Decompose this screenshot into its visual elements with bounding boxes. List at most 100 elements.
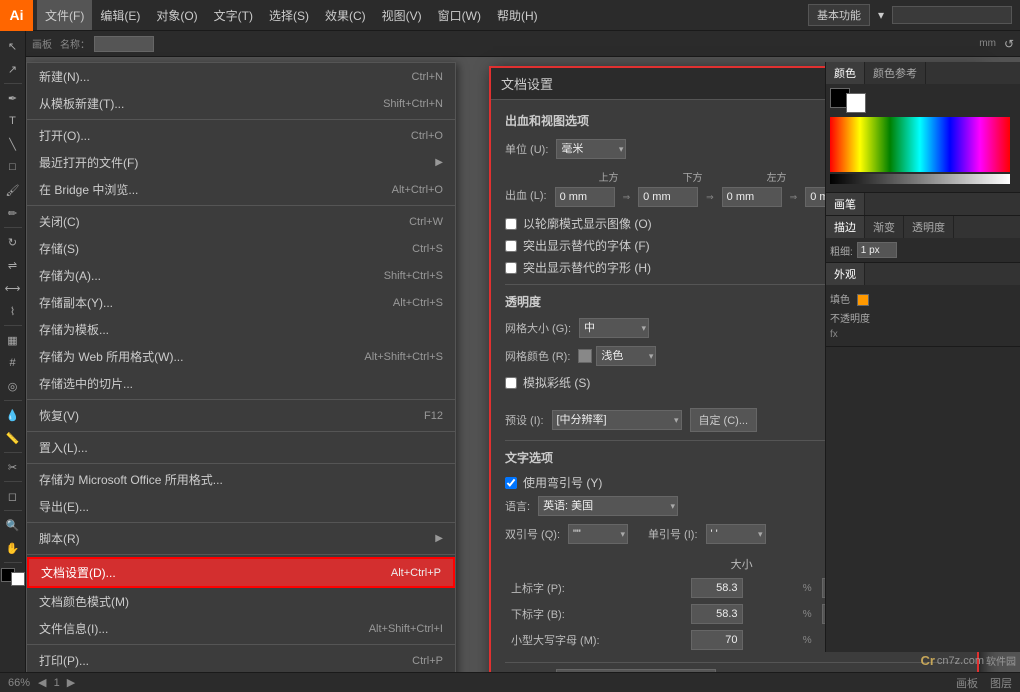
menu-item-recent[interactable]: 最近打开的文件(F) ▶	[27, 149, 455, 176]
menu-item-export[interactable]: 导出(E)...	[27, 493, 455, 520]
subscript-size-input[interactable]	[691, 604, 743, 624]
paint-brush-icon[interactable]: 🖌	[2, 179, 24, 201]
menu-item-saveslice[interactable]: 存储选中的切片...	[27, 370, 455, 397]
color-tab[interactable]: 颜色	[826, 62, 865, 84]
colorguide-tab[interactable]: 颜色参考	[865, 62, 926, 84]
superscript-size-input[interactable]	[691, 578, 743, 598]
menu-item-savecopy[interactable]: 存储副本(Y)... Alt+Ctrl+S	[27, 289, 455, 316]
bleed-left-input[interactable]	[722, 187, 782, 207]
preset-select[interactable]: [中分辨率]	[552, 410, 682, 430]
font-checkbox[interactable]	[505, 240, 517, 252]
menu-edit[interactable]: 编辑(E)	[92, 0, 148, 30]
eraser-icon[interactable]: ◻	[2, 485, 24, 507]
double-quote-select[interactable]: ""	[568, 524, 628, 544]
prev-page-icon[interactable]: ◀	[38, 677, 46, 689]
menu-item-bridge[interactable]: 在 Bridge 中浏览... Alt+Ctrl+O	[27, 176, 455, 203]
hand-icon[interactable]: ✋	[2, 537, 24, 559]
zoom-icon[interactable]: 🔍	[2, 514, 24, 536]
bottom-row: 导山 (E): 保留文本可调描性	[505, 662, 963, 672]
glyph-checkbox[interactable]	[505, 262, 517, 274]
search-input[interactable]	[892, 6, 1012, 24]
slice-icon[interactable]: ✂	[2, 456, 24, 478]
stroke-swatch[interactable]	[846, 93, 866, 113]
color-swatches	[830, 88, 1016, 113]
measure-icon[interactable]: 📏	[2, 427, 24, 449]
menu-item-new-template[interactable]: 从模板新建(T)... Shift+Ctrl+N	[27, 90, 455, 117]
rotate-icon[interactable]: ↻	[2, 231, 24, 253]
menu-item-msoffice[interactable]: 存储为 Microsoft Office 所用格式...	[27, 466, 455, 493]
unit-select[interactable]: 毫米	[556, 139, 626, 159]
grid-size-select[interactable]: 中	[579, 318, 649, 338]
mirror-icon[interactable]: ⇌	[2, 254, 24, 276]
pencil-icon[interactable]: ✏	[2, 202, 24, 224]
warp-icon[interactable]: ⌇	[2, 300, 24, 322]
brush-tab[interactable]: 画笔	[826, 193, 865, 215]
menu-item-revert[interactable]: 恢复(V) F12	[27, 402, 455, 429]
menu-item-new[interactable]: 新建(N)... Ctrl+N	[27, 63, 455, 90]
language-select[interactable]: 英语: 美国	[538, 496, 678, 516]
page-number: 1	[54, 677, 60, 689]
menu-item-print[interactable]: 打印(P)... Ctrl+P	[27, 647, 455, 672]
menu-item-colormode[interactable]: 文档颜色模式(M)	[27, 588, 455, 615]
preset-select-wrapper: [中分辨率]	[552, 410, 682, 430]
rotate-canvas-icon[interactable]: ↺	[1004, 37, 1014, 51]
blend-icon[interactable]: ◎	[2, 375, 24, 397]
menu-item-open[interactable]: 打开(O)... Ctrl+O	[27, 122, 455, 149]
pen-tool-icon[interactable]: ✒	[2, 87, 24, 109]
menu-file[interactable]: 文件(F)	[37, 0, 92, 30]
direct-select-icon[interactable]: ↗	[2, 58, 24, 80]
subscript-label: 下标字 (B):	[507, 602, 685, 626]
stroke-tab-bar: 描边 渐变 透明度	[826, 216, 1020, 238]
menu-item-save[interactable]: 存储(S) Ctrl+S	[27, 235, 455, 262]
preset-label: 预设 (I):	[505, 412, 544, 428]
eyedropper-icon[interactable]: 💧	[2, 404, 24, 426]
menu-item-close[interactable]: 关闭(C) Ctrl+W	[27, 208, 455, 235]
mesh-icon[interactable]: #	[2, 352, 24, 374]
menu-select[interactable]: 选择(S)	[261, 0, 317, 30]
use-quotes-checkbox[interactable]	[505, 477, 517, 489]
menu-item-scripts[interactable]: 脚本(R) ▶	[27, 525, 455, 552]
menu-text[interactable]: 文字(T)	[206, 0, 261, 30]
menu-window[interactable]: 窗口(W)	[430, 0, 489, 30]
menu-object[interactable]: 对象(O)	[148, 0, 205, 30]
tool-separator-3	[4, 325, 22, 326]
line-tool-icon[interactable]: ╲	[2, 133, 24, 155]
menu-item-saveas[interactable]: 存储为(A)... Shift+Ctrl+S	[27, 262, 455, 289]
next-page-icon[interactable]: ▶	[67, 677, 75, 689]
select-tool-icon[interactable]: ↖	[2, 35, 24, 57]
rect-tool-icon[interactable]: □	[2, 156, 24, 178]
stroke-tab[interactable]: 描边	[826, 216, 865, 238]
separator-2	[27, 205, 455, 206]
appearance-tab[interactable]: 外观	[826, 263, 865, 285]
subscript-size-cell	[687, 602, 797, 626]
menu-view[interactable]: 视图(V)	[374, 0, 430, 30]
bleed-bottom-input[interactable]	[638, 187, 698, 207]
workspace-button[interactable]: 基本功能	[808, 4, 870, 26]
menu-item-docsettings[interactable]: 文档设置(D)... Alt+Ctrl+P	[27, 557, 455, 588]
transparency-tab[interactable]: 透明度	[904, 216, 954, 238]
menu-item-saveweb[interactable]: 存储为 Web 所用格式(W)... Alt+Shift+Ctrl+S	[27, 343, 455, 370]
tool-separator-8	[4, 562, 22, 563]
outline-checkbox[interactable]	[505, 218, 517, 230]
stroke-weight-input[interactable]	[857, 242, 897, 258]
menu-item-place[interactable]: 置入(L)...	[27, 434, 455, 461]
watermark-suffix: 软件园	[986, 653, 1016, 668]
menu-effect[interactable]: 效果(C)	[317, 0, 374, 30]
custom-button[interactable]: 自定 (C)...	[690, 408, 758, 432]
single-quote-select[interactable]: ' '	[706, 524, 766, 544]
gradient-icon[interactable]: ▦	[2, 329, 24, 351]
type-tool-icon[interactable]: T	[2, 110, 24, 132]
stroke-color-icon[interactable]	[11, 572, 25, 586]
gradient-tab[interactable]: 渐变	[865, 216, 904, 238]
width-icon[interactable]: ⟷	[2, 277, 24, 299]
menu-item-savetemplate[interactable]: 存储为模板...	[27, 316, 455, 343]
language-select-wrapper: 英语: 美国	[538, 496, 678, 516]
smallcaps-input[interactable]	[691, 630, 743, 650]
menu-help[interactable]: 帮助(H)	[489, 0, 546, 30]
grid-color-select[interactable]: 浅色	[596, 346, 656, 366]
brightness-bar[interactable]	[830, 174, 1010, 184]
color-spectrum[interactable]	[830, 117, 1010, 172]
bleed-top-input[interactable]	[555, 187, 615, 207]
simulate-paper-checkbox[interactable]	[505, 377, 517, 389]
menu-item-fileinfo[interactable]: 文件信息(I)... Alt+Shift+Ctrl+I	[27, 615, 455, 642]
